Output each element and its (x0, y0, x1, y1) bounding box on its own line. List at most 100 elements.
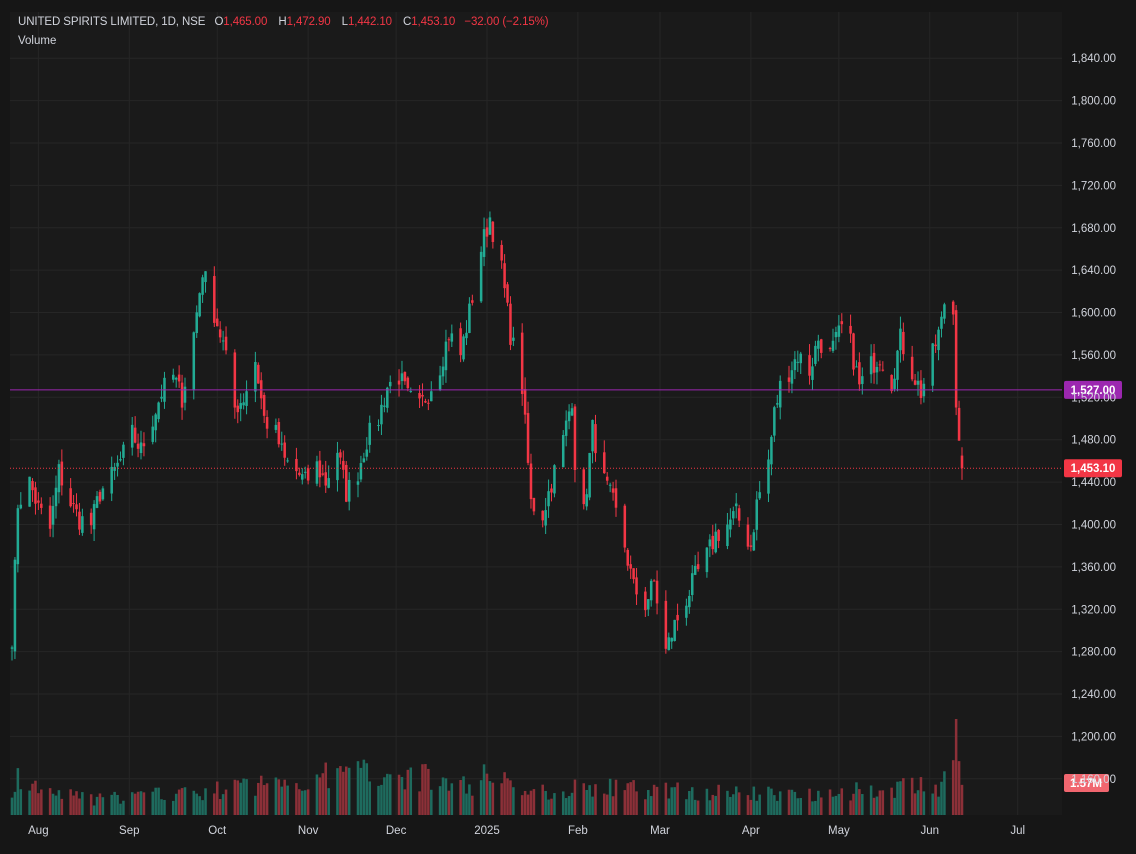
candle-body (828, 348, 832, 350)
volume-bar (878, 790, 882, 815)
volume-bar (506, 778, 509, 815)
chart-area[interactable]: 1,527.00 1,453.10 1.57M 1,840.00 1,800.00 1,… (0, 0, 1136, 854)
volume-bar (201, 800, 204, 815)
candle-body (852, 333, 855, 370)
candle-body (465, 332, 468, 339)
candle-body (383, 405, 386, 407)
candle-body (119, 459, 122, 461)
candle-body (676, 614, 679, 621)
volume-bar (69, 789, 72, 815)
candle-body (298, 472, 301, 475)
candle-body (418, 393, 421, 399)
volume-bar (778, 791, 782, 815)
candle-body (605, 476, 609, 481)
candle-body (770, 436, 773, 465)
volume-bar (180, 788, 184, 815)
volume-bar (447, 790, 451, 815)
volume-bar (347, 767, 351, 815)
candle-body (573, 406, 577, 470)
volume-legend: Volume (18, 35, 57, 47)
volume-bar (344, 766, 348, 815)
candle-body (482, 229, 486, 257)
volume-bar (298, 789, 301, 815)
candle-body (380, 404, 383, 425)
volume-bar (919, 777, 923, 815)
close-value: 1,453.10 (411, 16, 456, 28)
volume-bar (359, 767, 363, 815)
volume-bar (890, 787, 893, 815)
volume-bar (34, 780, 37, 815)
volume-bar (913, 793, 917, 815)
candle-body (688, 595, 691, 608)
candle-body (749, 545, 753, 547)
candle-body (336, 452, 339, 481)
candle-body (881, 369, 885, 371)
volume-bar (855, 782, 858, 815)
candle-body (902, 331, 905, 355)
candle-body (608, 484, 612, 486)
x-tick-label: May (828, 825, 850, 837)
candle-body (512, 337, 515, 341)
volume-bar (303, 790, 307, 815)
candle-body (139, 442, 143, 454)
candle-body (318, 460, 322, 478)
candle-body (758, 492, 761, 499)
x-tick-label: Jun (920, 825, 939, 837)
candle-body (116, 462, 119, 467)
volume-bar (386, 773, 389, 815)
volume-bar (676, 782, 679, 815)
candle-body (471, 300, 474, 303)
candle-body (430, 391, 433, 402)
candle-body (796, 361, 800, 363)
volume-bar (541, 784, 544, 815)
volume-bar (951, 760, 955, 815)
volume-bar (54, 795, 58, 815)
volume-bar (605, 794, 609, 815)
volume-bar (869, 785, 873, 815)
volume-bar (295, 783, 298, 815)
volume-bar (254, 795, 257, 815)
volume-bar (954, 719, 958, 815)
volume-bar (872, 797, 876, 815)
candle-body (447, 339, 451, 341)
candle-body (717, 529, 720, 541)
candle-body (752, 532, 756, 551)
candle-body (69, 488, 72, 507)
candle-body (629, 564, 632, 569)
volume-bar (336, 768, 339, 815)
candle-body (101, 488, 105, 500)
volume-bar (509, 780, 512, 815)
x-tick-label: Apr (742, 825, 760, 837)
volume-bar (75, 791, 78, 815)
candle-body (954, 310, 958, 408)
volume-bar (611, 796, 615, 815)
candle-body (75, 504, 78, 510)
candle-body (664, 600, 668, 649)
y-tick-label: 1,440.00 (1071, 477, 1116, 489)
volume-bar (482, 764, 486, 815)
volume-bar (544, 790, 547, 815)
candle-body (344, 464, 348, 502)
volume-bar (585, 789, 588, 815)
candle-body (943, 304, 946, 319)
volume-bar (561, 791, 565, 815)
candle-body (526, 413, 530, 463)
candle-body (644, 591, 647, 611)
candle-body (861, 376, 864, 384)
candle-body (78, 511, 81, 530)
candle-body (899, 328, 902, 351)
volume-bar (283, 779, 286, 815)
candle-body (550, 488, 553, 493)
volume-bar (758, 794, 761, 815)
volume-bar (342, 771, 345, 815)
volume-bar (224, 789, 228, 815)
candle-body (729, 519, 732, 530)
candle-body (693, 565, 697, 575)
candle-body (60, 461, 64, 486)
volume-bar (163, 799, 166, 815)
candle-body (931, 343, 934, 386)
candle-body (561, 435, 565, 468)
chart-canvas[interactable]: 1,527.001,453.101.57M 1,840.001,800.001,… (0, 0, 1136, 854)
volume-bar (632, 780, 635, 815)
candle-body (872, 352, 876, 373)
